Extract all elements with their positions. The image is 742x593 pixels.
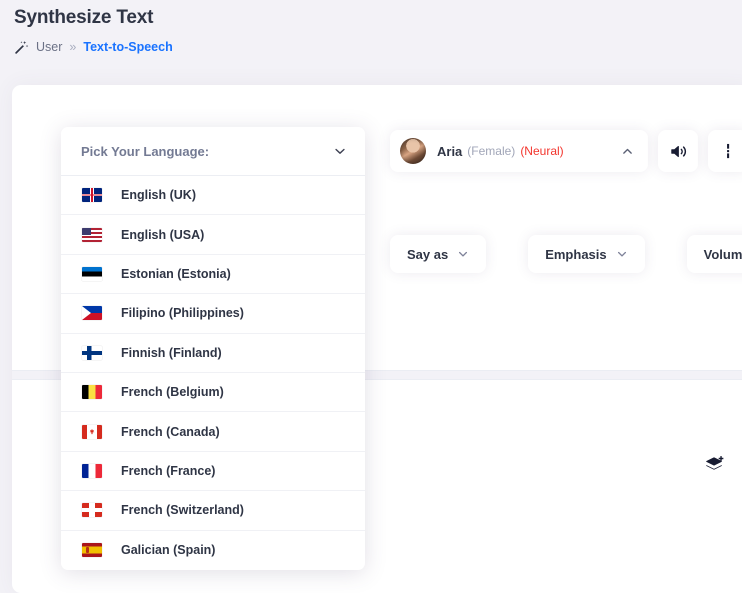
breadcrumb-separator: » (69, 40, 77, 54)
add-layers-button[interactable] (702, 453, 726, 477)
language-option-label: Filipino (Philippines) (121, 306, 244, 321)
language-option-label: French (Belgium) (121, 385, 224, 400)
language-option-french-canada[interactable]: French (Canada) (61, 412, 365, 452)
say-as-label: Say as (407, 246, 449, 262)
flag-estonia-icon (82, 266, 102, 281)
voice-selector[interactable]: Aria (Female) (Neural) (390, 130, 648, 172)
add-layers-icon (704, 455, 725, 476)
say-as-button[interactable]: Say as (390, 235, 487, 273)
language-option-label: Galician (Spain) (121, 543, 216, 558)
speaker-volume-button[interactable] (658, 130, 698, 172)
language-dropdown: Pick Your Language: English (UK) English… (61, 127, 365, 570)
flag-switzerland-icon (82, 503, 102, 518)
language-option-french-switzerland[interactable]: French (Switzerland) (61, 491, 365, 531)
language-dropdown-toggle[interactable]: Pick Your Language: (61, 127, 365, 176)
flag-philippines-icon (82, 306, 102, 321)
voice-type: (Neural) (520, 144, 564, 158)
breadcrumb: User » Text-to-Speech (14, 38, 742, 56)
language-option-label: Estonian (Estonia) (121, 266, 231, 281)
page-title: Synthesize Text (14, 7, 154, 28)
emphasis-button[interactable]: Emphasis (528, 235, 645, 273)
language-option-galician-spain[interactable]: Galician (Spain) (61, 531, 365, 570)
flag-belgium-icon (82, 385, 102, 400)
voice-gender: (Female) (467, 144, 516, 158)
language-option-finnish-finland[interactable]: Finnish (Finland) (61, 334, 365, 373)
page-header: Synthesize Text User » Text-to-Speech (0, 0, 742, 56)
volume-button[interactable]: Volume (686, 235, 742, 273)
flag-canada-icon (82, 424, 102, 439)
voice-name: Aria (437, 143, 463, 159)
magic-wand-icon (14, 40, 29, 55)
flag-finland-icon (82, 345, 102, 360)
language-option-english-uk[interactable]: English (UK) (61, 176, 365, 216)
breadcrumb-current[interactable]: Text-to-Speech (83, 40, 172, 54)
flag-france-icon (82, 463, 102, 478)
language-option-label: French (France) (121, 463, 216, 478)
chevron-down-icon (333, 144, 347, 158)
language-option-estonian-estonia[interactable]: Estonian (Estonia) (61, 255, 365, 295)
voice-avatar (400, 138, 426, 164)
language-option-french-france[interactable]: French (France) (61, 452, 365, 492)
language-option-english-usa[interactable]: English (USA) (61, 215, 365, 255)
partial-icon (721, 143, 735, 160)
language-option-label: French (Switzerland) (121, 503, 244, 518)
flag-uk-icon (82, 188, 102, 203)
language-option-french-belgium[interactable]: French (Belgium) (61, 373, 365, 413)
ssml-tag-toolbar: Say as Emphasis Volume (390, 235, 742, 273)
partial-toolbar-button[interactable] (708, 130, 742, 172)
emphasis-label: Emphasis (545, 246, 607, 262)
language-dropdown-label: Pick Your Language: (81, 143, 210, 159)
voice-toolbar-row: Aria (Female) (Neural) (390, 130, 742, 172)
language-option-filipino-philippines[interactable]: Filipino (Philippines) (61, 294, 365, 334)
language-option-label: French (Canada) (121, 424, 220, 439)
language-option-label: English (USA) (121, 227, 205, 242)
chevron-up-icon (599, 145, 634, 158)
chevron-down-icon (616, 248, 628, 260)
flag-usa-icon (82, 227, 102, 242)
language-options-list: English (UK) English (USA) Estonian (Est… (61, 176, 365, 570)
chevron-down-icon (457, 248, 469, 260)
breadcrumb-root[interactable]: User (36, 40, 62, 54)
language-option-label: Finnish (Finland) (121, 345, 222, 360)
language-option-label: English (UK) (121, 188, 196, 203)
flag-spain-icon (82, 543, 102, 558)
volume-label: Volume (703, 246, 742, 262)
speaker-volume-icon (669, 142, 688, 161)
